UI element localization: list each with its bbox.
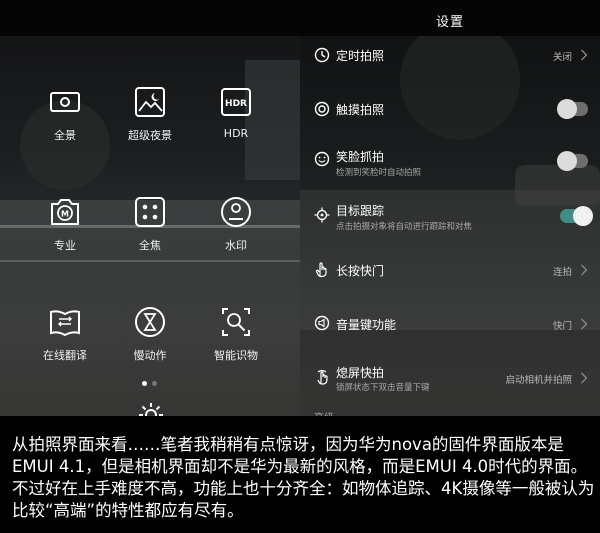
night-icon: [135, 87, 165, 117]
page-dot-active: [142, 381, 147, 386]
mode-all-focus[interactable]: 全焦: [100, 195, 200, 253]
setting-touch-shot[interactable]: 触摸拍照: [300, 82, 600, 134]
background-fence-rail: [0, 260, 300, 262]
mode-label: 全焦: [139, 239, 161, 252]
quick-snap-icon: [317, 369, 328, 385]
mode-super-night[interactable]: 超级夜景: [100, 85, 200, 143]
touch-shot-icon: [314, 101, 330, 117]
setting-label: 目标跟踪: [336, 204, 385, 218]
toggle-switch[interactable]: [560, 206, 593, 226]
setting-label: 触摸拍照: [336, 103, 385, 117]
setting-subtitle: 锁屏状态下双击音量下键: [336, 383, 430, 393]
toggle-switch[interactable]: [557, 99, 588, 119]
setting-label: 笑脸抓拍: [336, 150, 385, 164]
page-indicator: [140, 381, 164, 387]
setting-smile-capture[interactable]: 笑脸抓拍 检测到笑脸时自动拍照: [300, 135, 600, 187]
all-focus-icon: [135, 197, 165, 227]
setting-value: 关闭: [552, 52, 572, 63]
chevron-right-icon: [581, 372, 588, 384]
setting-subtitle: 检测到笑脸时自动拍照: [336, 168, 422, 178]
caption-text: 从拍照界面来看……笔者我稍稍有点惊讶，因为华为nova的固件界面版本是EMUI …: [12, 435, 595, 520]
mode-label: 慢动作: [133, 349, 167, 362]
mode-slow-motion[interactable]: 慢动作: [100, 305, 200, 363]
hdr-icon: HDR: [221, 88, 251, 116]
mode-label: HDR: [223, 127, 249, 140]
mode-object-recognition[interactable]: 智能识物: [186, 305, 286, 363]
mode-watermark[interactable]: 水印: [186, 195, 286, 253]
setting-quick-snap[interactable]: 熄屏快拍 锁屏状态下双击音量下键 启动相机并拍照: [300, 355, 600, 407]
setting-target-tracking[interactable]: 目标跟踪 点击拍摄对象将自动进行跟踪和对焦: [300, 193, 600, 245]
pro-icon: M: [51, 199, 79, 225]
mode-label: 水印: [225, 239, 247, 252]
smile-icon: [314, 151, 330, 167]
target-icon: [314, 207, 330, 223]
setting-timer[interactable]: 定时拍照 关闭: [300, 36, 600, 88]
toggle-switch[interactable]: [557, 151, 588, 171]
svg-text:HDR: HDR: [225, 99, 247, 109]
panorama-icon: [50, 92, 80, 112]
setting-label: 定时拍照: [336, 49, 385, 63]
chevron-right-icon: [581, 264, 588, 276]
setting-label: 熄屏快拍: [336, 366, 385, 380]
timer-icon: [314, 47, 330, 63]
setting-subtitle: 点击拍摄对象将自动进行跟踪和对焦: [336, 222, 473, 232]
toggle-knob: [573, 206, 593, 226]
setting-volume-key[interactable]: 音量键功能 快门: [300, 298, 600, 350]
mode-label: 超级夜景: [128, 129, 172, 142]
article-caption: 从拍照界面来看……笔者我稍稍有点惊讶，因为华为nova的固件界面版本是EMUI …: [0, 416, 600, 533]
toggle-knob: [557, 99, 577, 119]
hand-icon: [315, 262, 327, 278]
page-dot: [152, 381, 157, 386]
svg-text:M: M: [61, 210, 69, 219]
slow-motion-icon: [135, 307, 165, 337]
setting-value: 快门: [552, 321, 572, 332]
object-recognition-icon: [222, 308, 250, 336]
page-title: 设置: [435, 15, 464, 30]
mode-label: 智能识物: [214, 349, 258, 362]
setting-label: 音量键功能: [336, 318, 397, 332]
translate-icon: [50, 310, 80, 337]
chevron-right-icon: [581, 318, 588, 330]
mode-hdr[interactable]: HDR HDR: [186, 85, 286, 140]
setting-label: 长按快门: [336, 264, 385, 278]
volume-icon: [314, 315, 330, 331]
chevron-right-icon: [581, 49, 588, 61]
screenshot-composite: 全景 超级夜景 HDR HDR M 专业 全焦 水印 在线翻译 慢动作 智能识物…: [0, 0, 600, 533]
toggle-knob: [557, 151, 577, 171]
setting-long-press-shutter[interactable]: 长按快门 连拍: [300, 244, 600, 296]
watermark-icon: [221, 197, 251, 227]
setting-value: 连拍: [552, 267, 572, 278]
setting-value: 启动相机并拍照: [505, 375, 572, 386]
